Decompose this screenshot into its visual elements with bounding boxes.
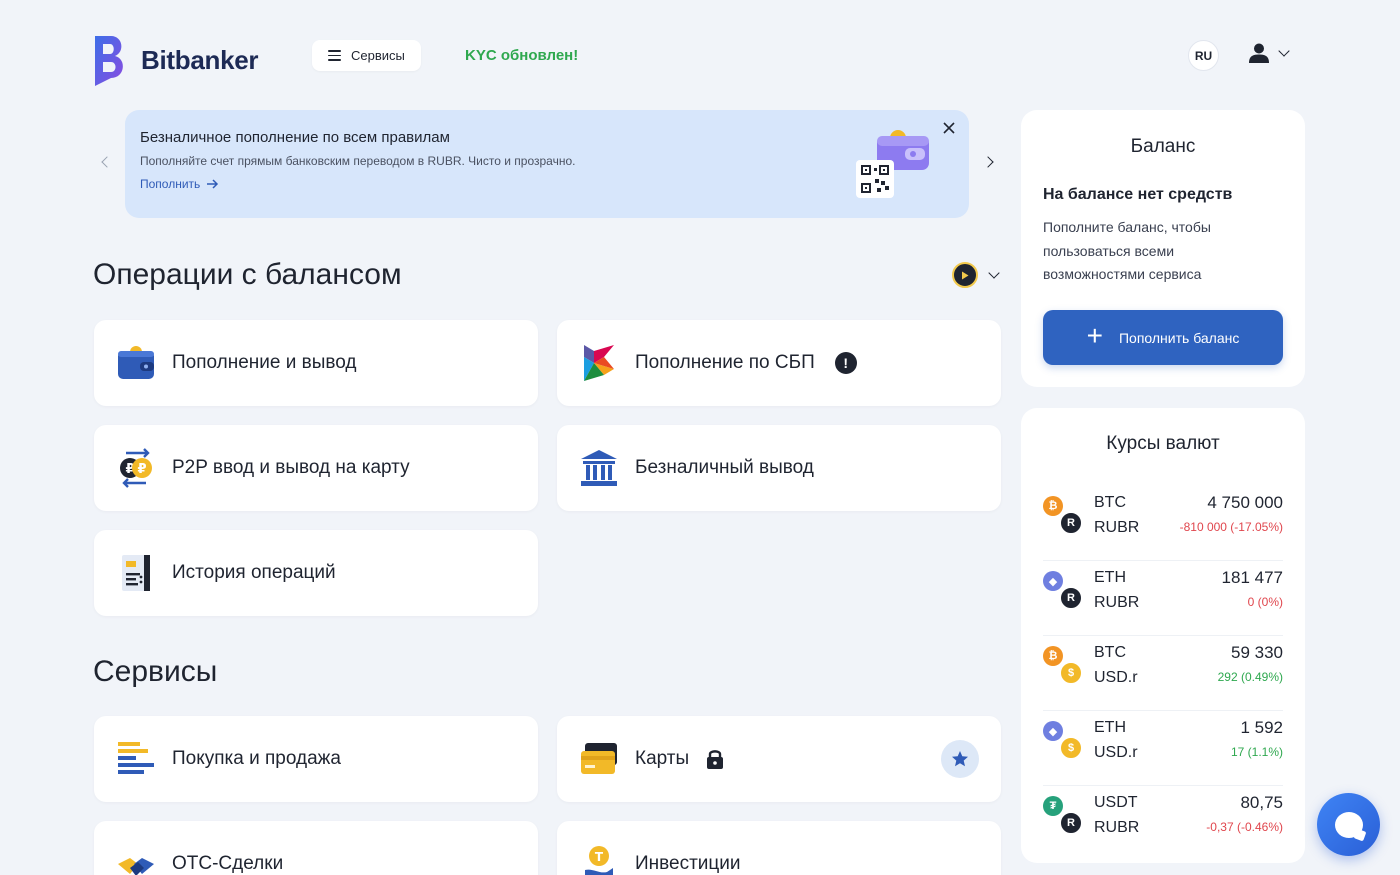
balance-empty-title: На балансе нет средств <box>1043 186 1233 203</box>
services-menu-button[interactable]: Сервисы <box>312 40 421 71</box>
usdr-icon: $ <box>1059 661 1083 685</box>
svg-text:T: T <box>595 850 604 864</box>
rate-change: -0,37 (-0.46%) <box>1206 820 1283 834</box>
card-cards[interactable]: Карты <box>557 716 1001 802</box>
card-label: P2P ввод и вывод на карту <box>172 457 410 478</box>
card-investments[interactable]: T Инвестиции <box>557 821 1001 875</box>
chat-icon <box>1334 811 1363 838</box>
balance-title: Баланс <box>1130 136 1196 157</box>
favorite-star-icon[interactable] <box>941 740 979 778</box>
rates-title: Курсы валют <box>1106 433 1220 454</box>
lock-icon <box>707 750 724 769</box>
cards-icon <box>579 739 619 779</box>
card-label: Покупка и продажа <box>172 748 341 769</box>
card-label: Пополнение и вывод <box>172 352 357 373</box>
usdr-icon: $ <box>1059 736 1083 760</box>
card-label: OTC-Сделки <box>172 853 284 874</box>
plus-icon: + <box>1086 320 1103 351</box>
rate-value: 181 477 <box>1221 568 1283 587</box>
rate-row[interactable]: ◆ $ ETH USD.r 1 592 17 (1.1%) <box>1043 711 1283 786</box>
user-icon <box>1249 43 1269 63</box>
support-chat-button[interactable] <box>1317 793 1380 856</box>
menu-icon <box>328 50 341 61</box>
bank-icon <box>579 448 619 488</box>
rate-pair: USDT RUBR <box>1094 794 1140 836</box>
handshake-icon <box>116 844 156 875</box>
user-menu[interactable] <box>1248 42 1290 64</box>
banner-subtitle: Пополняйте счет прямым банковским перево… <box>140 154 576 168</box>
card-label: История операций <box>172 562 336 583</box>
rate-value: 1 592 <box>1240 718 1283 737</box>
warning-icon: ! <box>834 352 857 374</box>
balance-panel: Баланс На балансе нет средств Пополните … <box>1021 110 1305 387</box>
card-sbp-deposit[interactable]: Пополнение по СБП ! <box>557 320 1001 406</box>
banner-prev-arrow-icon[interactable] <box>101 156 113 168</box>
qr-wallet-illustration-icon <box>856 130 929 198</box>
operations-title: Операции с балансом <box>93 258 402 291</box>
rate-value: 4 750 000 <box>1207 493 1283 512</box>
brand-logo[interactable]: Bitbanker <box>93 34 259 86</box>
topup-balance-label: Пополнить баланс <box>1118 329 1240 346</box>
card-cashless-withdraw[interactable]: Безналичный вывод <box>557 425 1001 511</box>
chevron-down-icon <box>1278 45 1290 57</box>
banner-next-arrow-icon[interactable] <box>982 156 994 168</box>
eth-icon: ◆ <box>1043 571 1063 591</box>
rate-row[interactable]: ₮ R USDT RUBR 80,75 -0,37 (-0.46%) <box>1043 786 1283 861</box>
rubr-icon: R <box>1059 511 1083 535</box>
banner-title: Безналичное пополнение по всем правилам <box>140 129 450 146</box>
p2p-exchange-icon: ₽ ₽ <box>116 448 156 488</box>
card-history[interactable]: История операций <box>94 530 538 616</box>
rate-value: 80,75 <box>1240 793 1283 812</box>
rate-row[interactable]: ₿ $ BTC USD.r 59 330 292 (0.49%) <box>1043 636 1283 711</box>
arrow-right-icon <box>207 179 219 189</box>
rate-pair: BTC USD.r <box>1094 644 1138 686</box>
card-label: Безналичный вывод <box>635 457 814 478</box>
card-p2p[interactable]: ₽ ₽ P2P ввод и вывод на карту <box>94 425 538 511</box>
card-label: Карты <box>635 748 690 769</box>
card-label: Пополнение по СБП <box>635 352 815 373</box>
rubr-icon: R <box>1059 811 1083 835</box>
btc-icon: ₿ <box>1043 646 1063 666</box>
card-deposit-withdraw[interactable]: Пополнение и вывод <box>94 320 538 406</box>
brand-name: Bitbanker <box>141 44 259 75</box>
banner-link-label: Пополнить <box>140 177 201 191</box>
kyc-status: KYC обновлен! <box>465 47 579 64</box>
services-title: Сервисы <box>93 655 218 688</box>
rate-change: 0 (0%) <box>1247 595 1283 609</box>
promo-banner: Безналичное пополнение по всем правилам … <box>125 110 969 218</box>
rate-change: -810 000 (-17.05%) <box>1179 520 1283 534</box>
btc-icon: ₿ <box>1043 496 1063 516</box>
rate-change: 17 (1.1%) <box>1230 745 1283 759</box>
rate-change: 292 (0.49%) <box>1217 670 1283 684</box>
wallet-icon <box>116 343 156 383</box>
card-buy-sell[interactable]: Покупка и продажа <box>94 716 538 802</box>
chevron-down-icon <box>988 267 1000 279</box>
services-menu-label: Сервисы <box>351 48 405 63</box>
svg-text:₽: ₽ <box>137 462 146 477</box>
topup-balance-button[interactable]: + Пополнить баланс <box>1043 310 1283 365</box>
investments-icon: T <box>579 844 619 875</box>
rate-pair: ETH USD.r <box>1094 719 1138 761</box>
card-label: Инвестиции <box>635 853 741 874</box>
rate-value: 59 330 <box>1231 643 1283 662</box>
language-switch[interactable]: RU <box>1188 40 1219 71</box>
bars-icon <box>116 739 156 779</box>
card-otc[interactable]: OTC-Сделки <box>94 821 538 875</box>
rate-row[interactable]: ◆ R ETH RUBR 181 477 0 (0%) <box>1043 561 1283 636</box>
banner-topup-link[interactable]: Пополнить <box>140 177 219 191</box>
eth-icon: ◆ <box>1043 721 1063 741</box>
close-icon[interactable] <box>942 121 956 135</box>
logo-mark-icon <box>95 36 123 86</box>
play-icon <box>952 262 978 288</box>
rate-row[interactable]: ₿ R BTC RUBR 4 750 000 -810 000 (-17.05%) <box>1043 486 1283 561</box>
video-guide-control[interactable] <box>952 262 1000 288</box>
sbp-icon <box>579 343 619 383</box>
rate-pair: BTC RUBR <box>1094 494 1140 536</box>
balance-empty-desc: Пополните баланс, чтобы пользоваться все… <box>1043 219 1211 282</box>
rate-pair: ETH RUBR <box>1094 569 1140 611</box>
rubr-icon: R <box>1059 586 1083 610</box>
rates-panel: Курсы валют ₿ R BTC RUBR 4 750 000 -810 0… <box>1021 408 1305 863</box>
document-icon <box>116 553 156 593</box>
usdt-icon: ₮ <box>1043 796 1063 816</box>
